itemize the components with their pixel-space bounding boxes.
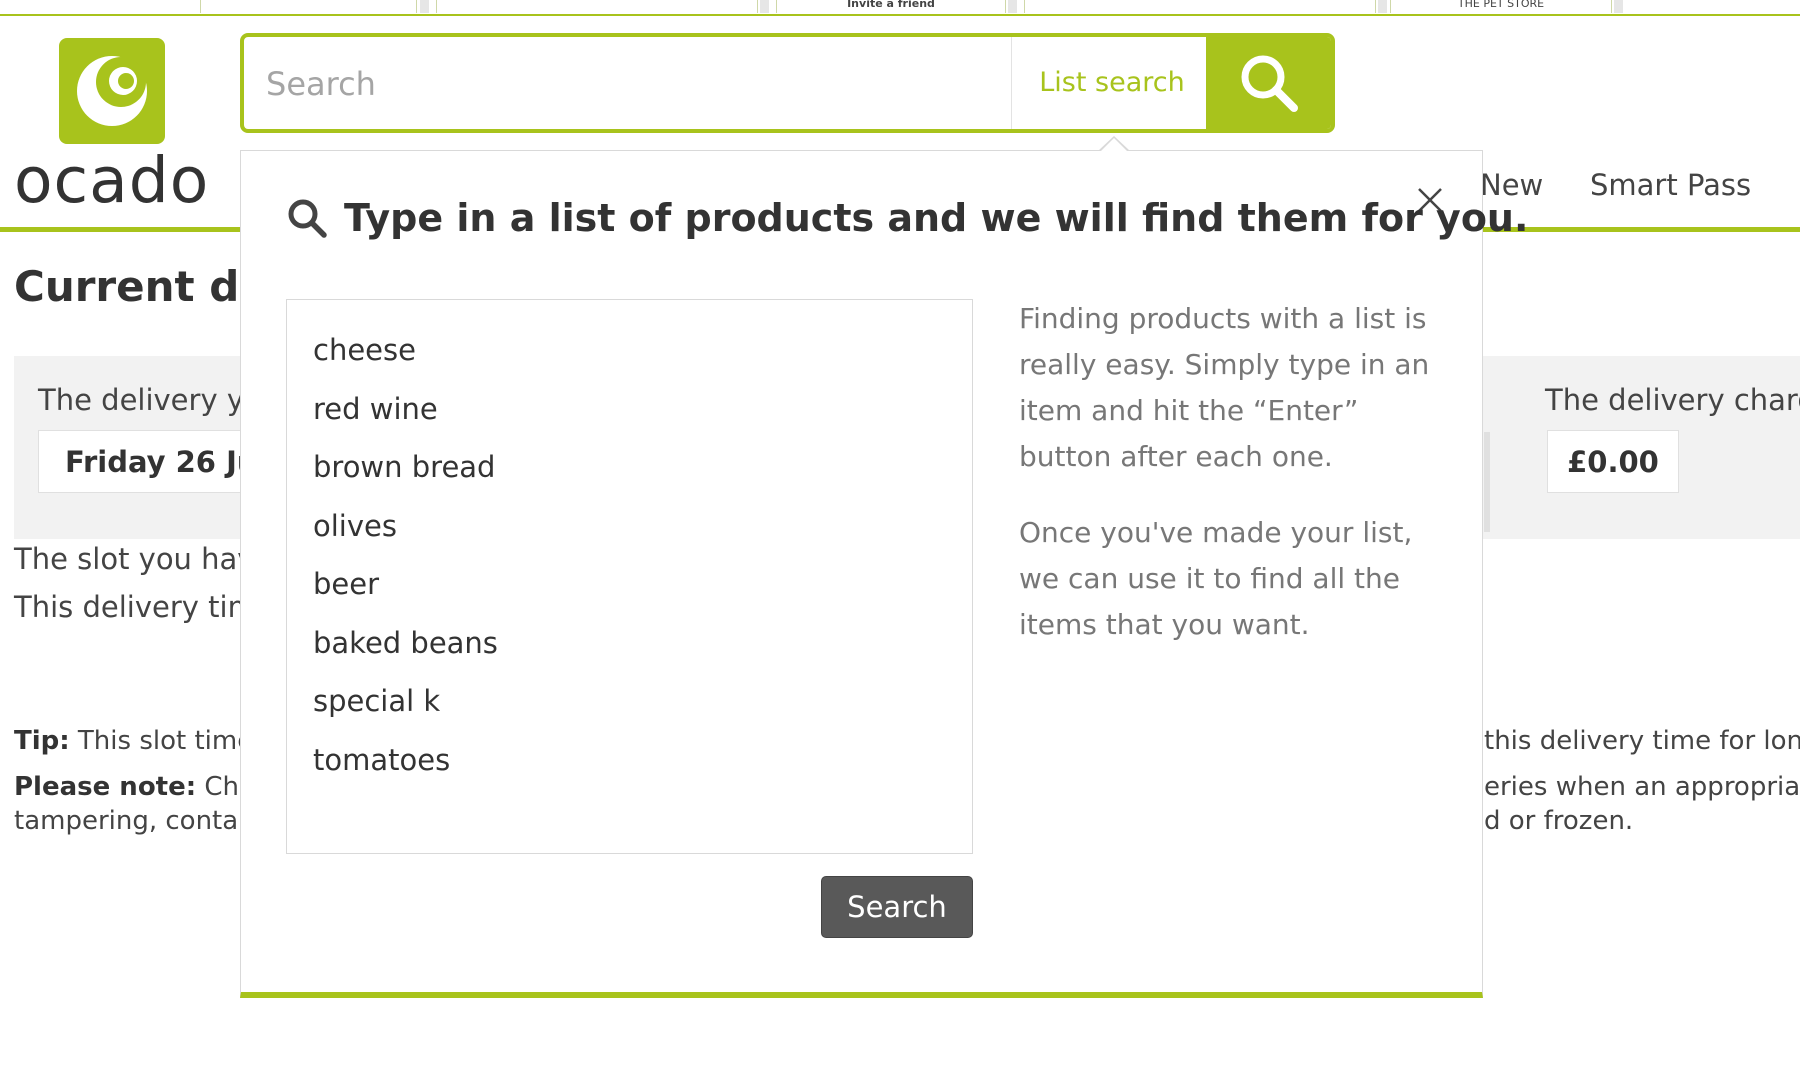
delivery-charge-label: The delivery charg	[1545, 383, 1800, 417]
help-paragraph: Once you've made your list, we can use i…	[1019, 516, 1413, 641]
tip-body-right: this delivery time for lon	[1484, 726, 1800, 756]
delivery-time-text: This delivery tim	[14, 590, 256, 624]
list-search-popover: Type in a list of products and we will f…	[240, 150, 1528, 998]
note-body-line2-right: d or frozen.	[1484, 806, 1634, 836]
tip-label: Tip:	[14, 726, 70, 756]
popover-caret-fill	[1100, 138, 1128, 152]
panel-divider	[1484, 432, 1490, 532]
top-nav-divider	[1378, 0, 1387, 13]
top-nav-invite-friend[interactable]: Invite a friend	[776, 0, 1006, 13]
search-input[interactable]	[264, 37, 988, 129]
search-icon	[288, 199, 327, 238]
list-item: olives	[313, 508, 397, 543]
list-item: special k	[313, 684, 441, 718]
list-item: tomatoes	[313, 742, 451, 777]
top-nav-tab[interactable]	[1024, 0, 1376, 13]
top-nav-tab[interactable]	[200, 0, 417, 13]
please-note-label: Please note:	[14, 772, 197, 802]
top-nav-tab[interactable]	[436, 0, 758, 13]
list-item: baked beans	[313, 625, 498, 660]
list-search-help: Finding products with a list is really e…	[1019, 296, 1439, 678]
ocado-logo-text: ocado	[14, 144, 210, 217]
top-nav-strip: Invite a friend THE PET STORE	[0, 0, 1800, 16]
note-body-right: eries when an appropria	[1484, 772, 1800, 802]
list-item: beer	[313, 567, 380, 601]
note-body-line2-left: tampering, contar	[14, 806, 249, 836]
list-search-button[interactable]: List search	[1011, 37, 1212, 129]
delivery-slot-label: The delivery yo	[38, 383, 262, 417]
list-item: brown bread	[313, 450, 496, 484]
list-item: cheese	[313, 333, 416, 367]
list-item: red wine	[313, 391, 438, 426]
help-paragraph: Finding products with a list is really e…	[1019, 302, 1430, 473]
top-nav-divider	[420, 0, 429, 13]
ocado-logo[interactable]: ocado	[14, 38, 214, 217]
slot-info-text: The slot you hav	[14, 542, 255, 576]
please-note-text: Please note: Chill	[14, 772, 261, 802]
product-list-textarea[interactable]: cheese red wine brown bread olives beer …	[286, 299, 973, 854]
tip-body-left: This slot time	[77, 726, 254, 756]
delivery-slot-value: Friday 26 Ju	[38, 430, 258, 493]
page-title: Current de	[14, 262, 268, 311]
list-search-submit-button[interactable]: Search	[821, 876, 973, 938]
search-bar: List search	[240, 33, 1335, 133]
tip-text: Tip: This slot time	[14, 726, 253, 756]
popover-heading: Type in a list of products and we will f…	[286, 196, 1528, 240]
search-icon	[1241, 55, 1298, 112]
search-submit-button[interactable]	[1206, 37, 1331, 129]
top-nav-divider	[760, 0, 769, 13]
nav-item-smart-pass[interactable]: Smart Pass	[1590, 168, 1751, 202]
top-nav-pet-store[interactable]: THE PET STORE	[1390, 0, 1612, 13]
delivery-charge-value: £0.00	[1547, 430, 1679, 493]
popover-heading-text: Type in a list of products and we will f…	[344, 196, 1529, 240]
ocado-logo-mark-icon	[59, 38, 165, 144]
top-nav-divider	[1008, 0, 1017, 13]
top-nav-divider	[1614, 0, 1623, 13]
